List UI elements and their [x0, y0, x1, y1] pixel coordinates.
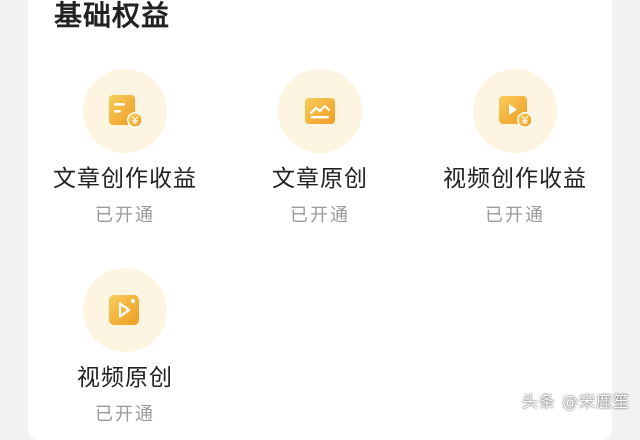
benefit-article-revenue[interactable]: 文章创作收益 已开通 [35, 69, 215, 239]
benefit-status: 已开通 [95, 404, 155, 425]
benefit-status: 已开通 [485, 205, 545, 226]
benefit-article-original[interactable]: 文章原创 已开通 [230, 69, 410, 239]
benefit-video-revenue[interactable]: 视频创作收益 已开通 [425, 69, 605, 239]
article-revenue-icon-badge [83, 69, 167, 153]
benefit-label: 文章原创 [272, 166, 368, 192]
benefit-label: 视频原创 [77, 365, 173, 391]
section-title: 基础权益 [54, 0, 171, 32]
video-original-icon-badge [83, 268, 167, 352]
article-revenue-icon [109, 95, 143, 128]
benefit-label: 视频创作收益 [443, 166, 587, 192]
article-original-icon [305, 98, 335, 124]
article-original-icon-badge [278, 69, 362, 153]
watermark: 头条 @宋鹿笙 [521, 392, 630, 411]
benefit-status: 已开通 [95, 205, 155, 226]
benefit-video-original[interactable]: 视频原创 已开通 [35, 268, 215, 426]
video-revenue-icon [499, 96, 533, 128]
benefit-label: 文章创作收益 [53, 166, 197, 192]
video-original-icon [109, 295, 139, 325]
video-revenue-icon-badge [473, 69, 557, 153]
benefit-status: 已开通 [290, 205, 350, 226]
